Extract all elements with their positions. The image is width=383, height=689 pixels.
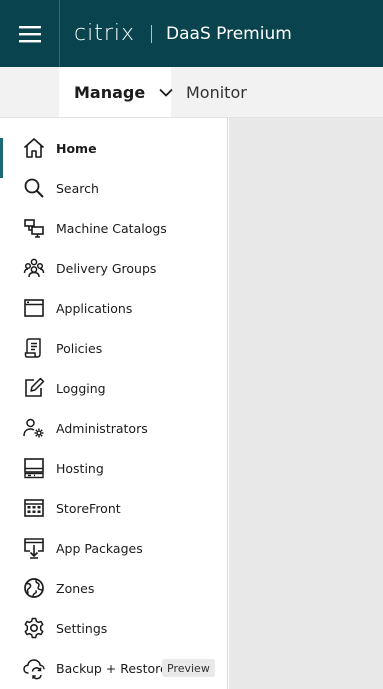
sub-navigation: Manage Monitor bbox=[0, 67, 383, 118]
preview-badge: Preview bbox=[162, 659, 215, 677]
settings-icon bbox=[22, 616, 46, 640]
sidebar-item-zones[interactable]: Zones bbox=[0, 568, 227, 608]
tab-manage-label: Manage bbox=[74, 82, 146, 102]
sidebar-item-label: Logging bbox=[56, 380, 106, 396]
sidebar-item-home[interactable]: Home bbox=[0, 128, 227, 178]
search-icon bbox=[22, 176, 46, 200]
sidebar-item-label: Administrators bbox=[56, 420, 148, 436]
sidebar-item-search[interactable]: Search bbox=[0, 168, 227, 208]
sidebar-item-label: Policies bbox=[56, 340, 103, 356]
sidebar-item-label: Backup + Restore bbox=[56, 660, 168, 676]
sidebar-item-label: Hosting bbox=[56, 460, 104, 476]
sidebar-item-storefront[interactable]: StoreFront bbox=[0, 488, 227, 528]
applications-icon bbox=[22, 296, 46, 320]
app-packages-icon bbox=[22, 536, 46, 560]
home-icon bbox=[22, 136, 46, 160]
sidebar-item-label: App Packages bbox=[56, 540, 143, 556]
machine-catalogs-icon bbox=[22, 216, 46, 240]
backup-restore-icon bbox=[22, 656, 46, 680]
main-content-area bbox=[229, 118, 383, 689]
administrators-icon bbox=[22, 416, 46, 440]
top-bar: citrix DaaS Premium bbox=[0, 0, 383, 67]
sidebar-item-label: Zones bbox=[56, 580, 95, 596]
sidebar-item-machine-catalogs[interactable]: Machine Catalogs bbox=[0, 208, 227, 248]
sidebar-item-app-packages[interactable]: App Packages bbox=[0, 528, 227, 568]
sidebar-item-label: Delivery Groups bbox=[56, 260, 157, 276]
delivery-groups-icon bbox=[22, 256, 46, 280]
sidebar-item-label: Home bbox=[56, 140, 97, 156]
product-name: DaaS Premium bbox=[166, 23, 292, 44]
brand-separator bbox=[151, 24, 153, 43]
storefront-icon bbox=[22, 496, 46, 520]
header-divider bbox=[59, 0, 60, 67]
sidebar-item-settings[interactable]: Settings bbox=[0, 608, 227, 648]
tab-monitor[interactable]: Monitor bbox=[171, 67, 247, 117]
sidebar-item-backup-restore[interactable]: Backup + Restore Preview bbox=[0, 648, 227, 688]
citrix-logo: citrix bbox=[74, 21, 136, 46]
sidebar-item-label: Applications bbox=[56, 300, 133, 316]
sidebar-item-hosting[interactable]: Hosting bbox=[0, 448, 227, 488]
brand: citrix DaaS Premium bbox=[74, 21, 292, 46]
sidebar-item-label: Machine Catalogs bbox=[56, 220, 167, 236]
sidebar-item-delivery-groups[interactable]: Delivery Groups bbox=[0, 248, 227, 288]
sidebar-item-label: StoreFront bbox=[56, 500, 121, 516]
hosting-icon bbox=[22, 456, 46, 480]
policies-icon bbox=[22, 336, 46, 360]
logging-icon bbox=[22, 376, 46, 400]
sidebar: Home Search Machine Catalogs Delivery Gr… bbox=[0, 118, 228, 689]
sidebar-item-administrators[interactable]: Administrators bbox=[0, 408, 227, 448]
hamburger-menu-icon[interactable] bbox=[0, 0, 59, 67]
sidebar-item-applications[interactable]: Applications bbox=[0, 288, 227, 328]
sidebar-item-label: Search bbox=[56, 180, 99, 196]
sidebar-item-logging[interactable]: Logging bbox=[0, 368, 227, 408]
sidebar-item-policies[interactable]: Policies bbox=[0, 328, 227, 368]
zones-icon bbox=[22, 576, 46, 600]
sidebar-item-label: Settings bbox=[56, 620, 108, 636]
tab-manage[interactable]: Manage bbox=[59, 67, 173, 117]
